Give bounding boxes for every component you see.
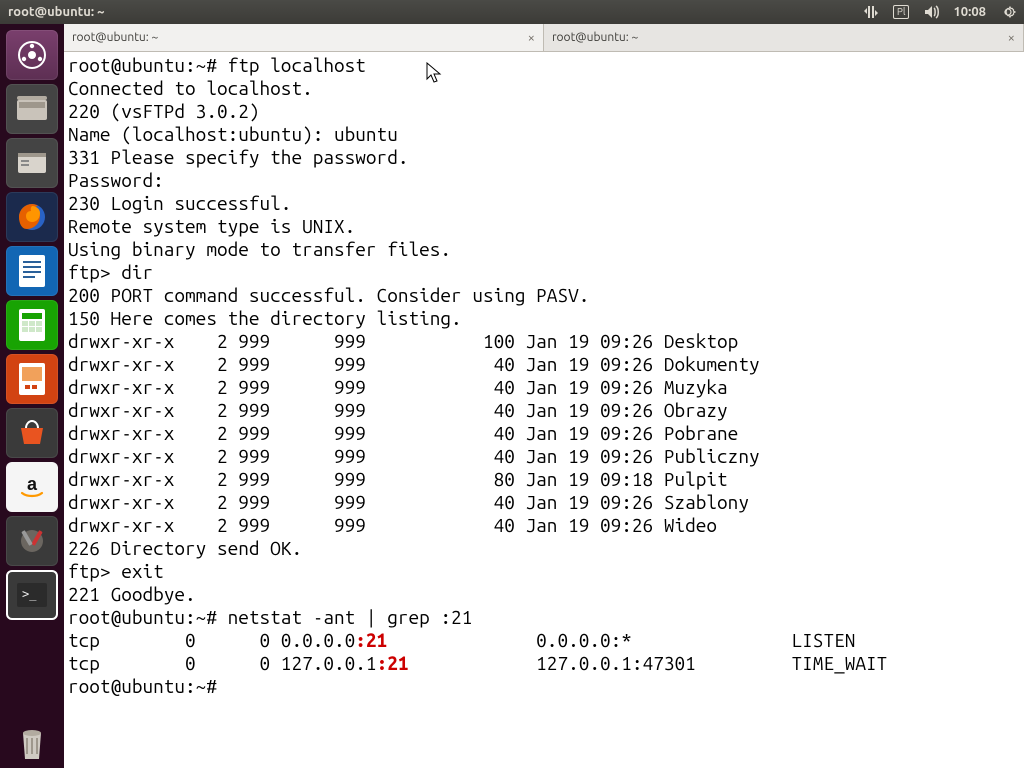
command: ftp localhost: [228, 54, 366, 76]
launcher-software-center[interactable]: [6, 408, 58, 458]
terminal-tab-1[interactable]: root@ubuntu: ~ ×: [64, 24, 544, 51]
keyboard-indicator[interactable]: Pl: [893, 5, 910, 19]
output-line: 221 Goodbye.: [68, 583, 196, 605]
launcher-trash[interactable]: [6, 718, 58, 768]
launcher-dash[interactable]: [6, 30, 58, 80]
terminal-tabbar: root@ubuntu: ~ × root@ubuntu: ~ ×: [64, 24, 1024, 52]
svg-text:>_: >_: [22, 587, 37, 601]
output-line: 226 Directory send OK.: [68, 537, 302, 559]
launcher-nautilus[interactable]: [6, 138, 58, 188]
launcher-impress[interactable]: [6, 354, 58, 404]
launcher-files[interactable]: [6, 84, 58, 134]
netstat-row: tcp 0 0 127.0.0.1: [68, 652, 377, 674]
prompt: root@ubuntu:~#: [68, 606, 228, 628]
output-line: 230 Login successful.: [68, 192, 291, 214]
command: exit: [121, 560, 164, 582]
indicator-area: Pl 10:08: [863, 4, 1016, 20]
output-line: 220 (vsFTPd 3.0.2): [68, 100, 260, 122]
command: netstat -ant | grep :21: [228, 606, 473, 628]
terminal-window: root@ubuntu: ~ × root@ubuntu: ~ × root@u…: [64, 24, 1024, 768]
sound-icon[interactable]: [923, 4, 939, 20]
netstat-row: tcp 0 0 0.0.0.0: [68, 629, 355, 651]
launcher-settings[interactable]: [6, 516, 58, 566]
output-line: Password:: [68, 169, 164, 191]
launcher-calc[interactable]: [6, 300, 58, 350]
output-line: Using binary mode to transfer files.: [68, 238, 451, 260]
tab-title: root@ubuntu: ~: [552, 31, 1008, 44]
network-icon[interactable]: [863, 4, 879, 20]
gear-icon[interactable]: [1000, 4, 1016, 20]
output-line: 200 PORT command successful. Consider us…: [68, 284, 589, 306]
window-title: root@ubuntu: ~: [8, 5, 863, 19]
dir-row: drwxr-xr-x 2 999 999 40 Jan 19 09:26 Sza…: [68, 491, 749, 513]
terminal-output[interactable]: root@ubuntu:~# ftp localhost Connected t…: [64, 52, 1024, 768]
netstat-row: 127.0.0.1:47301 TIME_WAIT: [408, 652, 908, 674]
ftp-prompt: ftp>: [68, 261, 121, 283]
launcher-amazon[interactable]: a: [6, 462, 58, 512]
grep-highlight: :21: [355, 629, 387, 651]
output-line: 331 Please specify the password.: [68, 146, 408, 168]
netstat-row: 0.0.0.0:* LISTEN: [387, 629, 908, 651]
grep-highlight: :21: [377, 652, 409, 674]
output-line: Name (localhost:ubuntu): ubuntu: [68, 123, 398, 145]
launcher-terminal[interactable]: >_: [6, 570, 58, 620]
unity-launcher: a >_: [0, 24, 64, 768]
svg-text:a: a: [27, 474, 38, 494]
dir-row: drwxr-xr-x 2 999 999 40 Jan 19 09:26 Dok…: [68, 353, 760, 375]
output-line: Remote system type is UNIX.: [68, 215, 355, 237]
terminal-tab-2[interactable]: root@ubuntu: ~ ×: [544, 24, 1024, 51]
ftp-prompt: ftp>: [68, 560, 121, 582]
output-line: 150 Here comes the directory listing.: [68, 307, 462, 329]
launcher-writer[interactable]: [6, 246, 58, 296]
workspace: root@ubuntu: ~ × root@ubuntu: ~ × root@u…: [64, 24, 1024, 768]
tab-title: root@ubuntu: ~: [72, 31, 528, 44]
clock[interactable]: 10:08: [953, 5, 986, 19]
prompt: root@ubuntu:~#: [68, 675, 228, 697]
prompt: root@ubuntu:~#: [68, 54, 228, 76]
close-icon[interactable]: ×: [1008, 31, 1015, 45]
command: dir: [121, 261, 153, 283]
launcher-firefox[interactable]: [6, 192, 58, 242]
dir-row: drwxr-xr-x 2 999 999 80 Jan 19 09:18 Pul…: [68, 468, 728, 490]
close-icon[interactable]: ×: [528, 31, 535, 45]
dir-row: drwxr-xr-x 2 999 999 40 Jan 19 09:26 Pob…: [68, 422, 738, 444]
top-menubar: root@ubuntu: ~ Pl 10:08: [0, 0, 1024, 24]
dir-row: drwxr-xr-x 2 999 999 40 Jan 19 09:26 Wid…: [68, 514, 717, 536]
dir-row: drwxr-xr-x 2 999 999 40 Jan 19 09:26 Pub…: [68, 445, 760, 467]
dir-row: drwxr-xr-x 2 999 999 40 Jan 19 09:26 Obr…: [68, 399, 728, 421]
dir-row: drwxr-xr-x 2 999 999 40 Jan 19 09:26 Muz…: [68, 376, 728, 398]
output-line: Connected to localhost.: [68, 77, 313, 99]
dir-row: drwxr-xr-x 2 999 999 100 Jan 19 09:26 De…: [68, 330, 738, 352]
